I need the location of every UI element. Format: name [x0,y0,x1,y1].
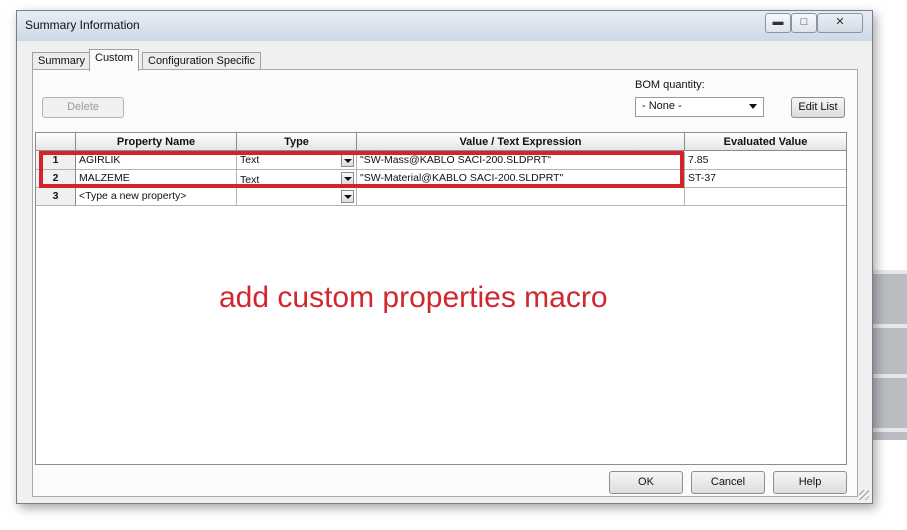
corner-header[interactable] [36,133,76,151]
evaluated-value-cell: ST-37 [685,170,846,188]
background-line [868,270,907,274]
help-button[interactable]: Help [773,471,847,494]
tab-summary[interactable]: Summary [32,52,92,70]
value-cell[interactable] [357,188,685,206]
title-bar[interactable]: Summary Information ▬ □ ✕ [17,11,872,41]
window-title: Summary Information [25,18,140,32]
background-window-strip [868,270,907,440]
chevron-down-icon [749,104,757,109]
background-line [868,324,907,328]
edit-list-button[interactable]: Edit List [791,97,845,118]
property-name-cell[interactable]: AGIRLIK [76,152,237,170]
column-header-property-name[interactable]: Property Name [76,133,237,151]
type-cell[interactable]: Text [237,152,357,170]
row-number[interactable]: 1 [36,152,76,170]
type-dropdown-button[interactable] [341,154,354,167]
close-button[interactable]: ✕ [817,13,863,33]
annotation-text: add custom properties macro [219,281,608,314]
evaluated-value-cell: 7.85 [685,152,846,170]
tab-custom[interactable]: Custom [89,49,139,71]
minimize-icon: ▬ [772,16,784,28]
background-line [868,374,907,378]
close-icon: ✕ [835,16,845,28]
bom-quantity-label: BOM quantity: [635,79,705,91]
type-dropdown-button[interactable] [341,190,354,203]
tab-configuration-specific[interactable]: Configuration Specific [142,52,262,70]
type-value: Text [240,154,260,166]
maximize-button[interactable]: □ [791,13,817,33]
bom-quantity-value: - None - [642,100,682,112]
row-number[interactable]: 2 [36,170,76,188]
cancel-button[interactable]: Cancel [691,471,765,494]
column-header-evaluated-value[interactable]: Evaluated Value [685,133,846,151]
bom-quantity-select[interactable]: - None - [635,97,764,117]
value-cell[interactable]: "SW-Material@KABLO SACI-200.SLDPRT" [357,170,685,188]
value-cell[interactable]: "SW-Mass@KABLO SACI-200.SLDPRT" [357,152,685,170]
maximize-icon: □ [800,16,808,28]
type-cell[interactable]: Text [237,170,357,188]
column-header-type[interactable]: Type [237,133,357,151]
summary-information-dialog: Summary Information ▬ □ ✕ Summary Custom… [16,10,873,504]
background-line [868,428,907,432]
row-number[interactable]: 3 [36,188,76,206]
type-cell[interactable] [237,188,357,206]
property-name-cell[interactable]: MALZEME [76,170,237,188]
resize-grip-icon[interactable] [859,490,869,500]
new-property-cell[interactable]: <Type a new property> [76,188,237,206]
ok-button[interactable]: OK [609,471,683,494]
minimize-button[interactable]: ▬ [765,13,791,33]
delete-button[interactable]: Delete [42,97,124,118]
column-header-value[interactable]: Value / Text Expression [357,133,685,151]
type-dropdown-button[interactable] [341,172,354,185]
evaluated-value-cell [685,188,846,206]
type-value: Text [240,174,260,186]
